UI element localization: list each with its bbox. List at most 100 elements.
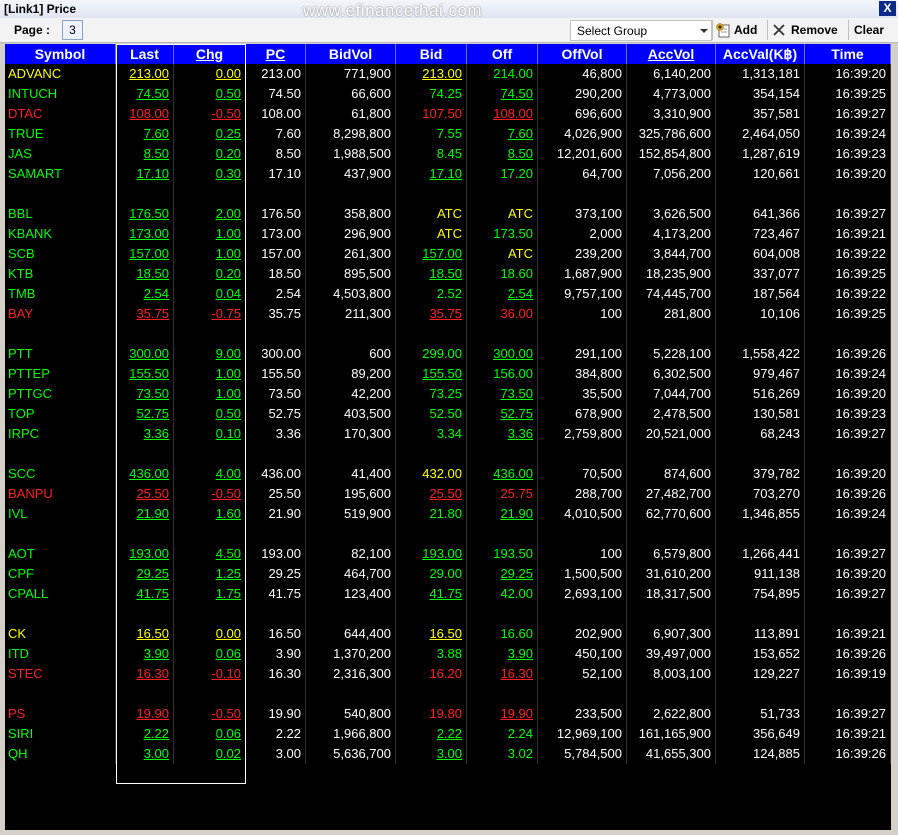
table-row[interactable]: CK 16.50 0.00 16.50 644,400 16.50 16.60 202,900… bbox=[5, 624, 891, 644]
table-row[interactable]: ADVANC 213.00 0.00 213.00 771,900 213.00 214.0… bbox=[5, 64, 891, 84]
cell-bid[interactable]: 7.55 bbox=[396, 124, 467, 144]
cell-last[interactable]: 19.90 bbox=[116, 704, 174, 724]
cell-chg[interactable]: 0.06 bbox=[174, 724, 246, 744]
cell-last[interactable]: 3.36 bbox=[116, 424, 174, 444]
cell-last[interactable]: 173.00 bbox=[116, 224, 174, 244]
cell-sym[interactable]: QH bbox=[5, 744, 116, 764]
table-row[interactable]: SCB 157.00 1.00 157.00 261,300 157.00 ATC 239,2… bbox=[5, 244, 891, 264]
cell-bid[interactable]: 21.80 bbox=[396, 504, 467, 524]
cell-bid[interactable]: 29.00 bbox=[396, 564, 467, 584]
cell-bid[interactable]: 3.88 bbox=[396, 644, 467, 664]
cell-last[interactable]: 2.22 bbox=[116, 724, 174, 744]
column-header-chg[interactable]: Chg bbox=[174, 44, 246, 64]
cell-last[interactable]: 16.30 bbox=[116, 664, 174, 684]
cell-last[interactable]: 436.00 bbox=[116, 464, 174, 484]
cell-off[interactable]: 2.24 bbox=[467, 724, 538, 744]
cell-chg[interactable]: -0.50 bbox=[174, 104, 246, 124]
cell-last[interactable]: 16.50 bbox=[116, 624, 174, 644]
cell-sym[interactable]: BBL bbox=[5, 204, 116, 224]
cell-sym[interactable]: AOT bbox=[5, 544, 116, 564]
cell-bid[interactable]: 41.75 bbox=[396, 584, 467, 604]
cell-sym[interactable]: PS bbox=[5, 704, 116, 724]
table-row[interactable]: QH 3.00 0.02 3.00 5,636,700 3.00 3.02 5,784,500… bbox=[5, 744, 891, 764]
cell-off[interactable]: 25.75 bbox=[467, 484, 538, 504]
cell-off[interactable]: 193.50 bbox=[467, 544, 538, 564]
cell-off[interactable]: 17.20 bbox=[467, 164, 538, 184]
table-row[interactable]: PTTEP 155.50 1.00 155.50 89,200 155.50 156.00 3… bbox=[5, 364, 891, 384]
cell-last[interactable]: 213.00 bbox=[116, 64, 174, 84]
add-button[interactable]: Add bbox=[714, 20, 766, 40]
table-row[interactable]: PS 19.90 -0.50 19.90 540,800 19.80 19.90 233,50… bbox=[5, 704, 891, 724]
cell-chg[interactable]: 0.00 bbox=[174, 624, 246, 644]
cell-off[interactable]: 21.90 bbox=[467, 504, 538, 524]
cell-off[interactable]: 3.90 bbox=[467, 644, 538, 664]
cell-bid[interactable]: ATC bbox=[396, 224, 467, 244]
cell-last[interactable]: 155.50 bbox=[116, 364, 174, 384]
cell-off[interactable]: 18.60 bbox=[467, 264, 538, 284]
cell-last[interactable]: 29.25 bbox=[116, 564, 174, 584]
cell-bid[interactable]: 3.00 bbox=[396, 744, 467, 764]
cell-chg[interactable]: -0.10 bbox=[174, 664, 246, 684]
cell-off[interactable]: 7.60 bbox=[467, 124, 538, 144]
cell-chg[interactable]: -0.50 bbox=[174, 484, 246, 504]
cell-bid[interactable]: 8.45 bbox=[396, 144, 467, 164]
cell-sym[interactable]: SCB bbox=[5, 244, 116, 264]
cell-chg[interactable]: 0.25 bbox=[174, 124, 246, 144]
cell-bid[interactable]: 18.50 bbox=[396, 264, 467, 284]
table-row[interactable]: IRPC 3.36 0.10 3.36 170,300 3.34 3.36 2,759,800… bbox=[5, 424, 891, 444]
cell-chg[interactable]: 0.02 bbox=[174, 744, 246, 764]
cell-chg[interactable]: 1.60 bbox=[174, 504, 246, 524]
cell-bid[interactable]: ATC bbox=[396, 204, 467, 224]
cell-bid[interactable]: 2.52 bbox=[396, 284, 467, 304]
cell-chg[interactable]: 9.00 bbox=[174, 344, 246, 364]
column-header-pc[interactable]: PC bbox=[246, 44, 306, 64]
cell-sym[interactable]: CK bbox=[5, 624, 116, 644]
cell-sym[interactable]: DTAC bbox=[5, 104, 116, 124]
cell-off[interactable]: 173.50 bbox=[467, 224, 538, 244]
column-header-bidvol[interactable]: BidVol bbox=[306, 44, 396, 64]
table-row[interactable]: SCC 436.00 4.00 436.00 41,400 432.00 436.00 70,… bbox=[5, 464, 891, 484]
column-header-bid[interactable]: Bid bbox=[396, 44, 467, 64]
cell-last[interactable]: 2.54 bbox=[116, 284, 174, 304]
cell-off[interactable]: 300.00 bbox=[467, 344, 538, 364]
cell-last[interactable]: 41.75 bbox=[116, 584, 174, 604]
table-row[interactable]: TOP 52.75 0.50 52.75 403,500 52.50 52.75 678,90… bbox=[5, 404, 891, 424]
cell-chg[interactable]: 0.04 bbox=[174, 284, 246, 304]
cell-bid[interactable]: 2.22 bbox=[396, 724, 467, 744]
cell-bid[interactable]: 107.50 bbox=[396, 104, 467, 124]
table-row[interactable]: TMB 2.54 0.04 2.54 4,503,800 2.52 2.54 9,757,10… bbox=[5, 284, 891, 304]
table-row[interactable]: PTTGC 73.50 1.00 73.50 42,200 73.25 73.50 35,50… bbox=[5, 384, 891, 404]
cell-sym[interactable]: PTTGC bbox=[5, 384, 116, 404]
cell-sym[interactable]: BAY bbox=[5, 304, 116, 324]
table-row[interactable]: INTUCH 74.50 0.50 74.50 66,600 74.25 74.50 290,… bbox=[5, 84, 891, 104]
cell-sym[interactable]: STEC bbox=[5, 664, 116, 684]
cell-chg[interactable]: 0.10 bbox=[174, 424, 246, 444]
cell-off[interactable]: 3.02 bbox=[467, 744, 538, 764]
cell-chg[interactable]: 0.06 bbox=[174, 644, 246, 664]
cell-bid[interactable]: 16.20 bbox=[396, 664, 467, 684]
cell-bid[interactable]: 35.75 bbox=[396, 304, 467, 324]
cell-sym[interactable]: PTT bbox=[5, 344, 116, 364]
cell-off[interactable]: 436.00 bbox=[467, 464, 538, 484]
cell-chg[interactable]: 1.00 bbox=[174, 364, 246, 384]
table-row[interactable]: BAY 35.75 -0.75 35.75 211,300 35.75 36.00 100 28… bbox=[5, 304, 891, 324]
table-row[interactable]: DTAC 108.00 -0.50 108.00 61,800 107.50 108.00 6… bbox=[5, 104, 891, 124]
table-row[interactable]: SIRI 2.22 0.06 2.22 1,966,800 2.22 2.24 12,969,… bbox=[5, 724, 891, 744]
cell-chg[interactable]: 2.00 bbox=[174, 204, 246, 224]
column-header-accval[interactable]: AccVal(K฿) bbox=[716, 44, 805, 64]
clear-button[interactable]: Clear bbox=[854, 20, 884, 40]
cell-bid[interactable]: 17.10 bbox=[396, 164, 467, 184]
cell-last[interactable]: 300.00 bbox=[116, 344, 174, 364]
cell-chg[interactable]: 1.25 bbox=[174, 564, 246, 584]
cell-chg[interactable]: 1.00 bbox=[174, 224, 246, 244]
cell-bid[interactable]: 25.50 bbox=[396, 484, 467, 504]
cell-off[interactable]: 16.30 bbox=[467, 664, 538, 684]
cell-bid[interactable]: 73.25 bbox=[396, 384, 467, 404]
remove-button[interactable]: Remove bbox=[770, 20, 848, 40]
cell-off[interactable]: ATC bbox=[467, 204, 538, 224]
cell-sym[interactable]: SCC bbox=[5, 464, 116, 484]
cell-bid[interactable]: 157.00 bbox=[396, 244, 467, 264]
cell-off[interactable]: 29.25 bbox=[467, 564, 538, 584]
cell-sym[interactable]: JAS bbox=[5, 144, 116, 164]
cell-sym[interactable]: ADVANC bbox=[5, 64, 116, 84]
